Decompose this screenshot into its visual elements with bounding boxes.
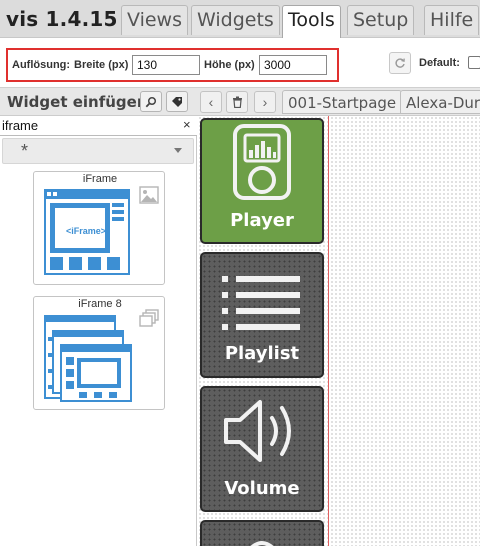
tile-playlist[interactable]: Playlist [200, 252, 324, 378]
image-icon [139, 186, 159, 204]
tile-label: Volume [224, 478, 300, 499]
panel-title: Widget einfügen [7, 93, 148, 111]
menubar: vis 1.4.15 Views Widgets Tools Setup Hil… [0, 0, 480, 39]
search-toggle-button[interactable] [140, 91, 162, 112]
widget-card-iframe-8[interactable]: iFrame 8 [33, 296, 165, 410]
resolution-label: Auflösung: [12, 59, 71, 71]
iframe-preview-text: <iFrame> [65, 226, 107, 236]
width-input[interactable] [132, 55, 200, 75]
height-label: Höhe (px) [204, 59, 255, 71]
trash-icon [232, 96, 242, 108]
tile-volume[interactable]: Volume [200, 386, 324, 512]
tile-player[interactable]: Player [200, 118, 324, 244]
views-tab-bar: ‹ › 001-Startpage Alexa-Dur [197, 88, 480, 116]
widget-card-iframe[interactable]: iFrame <iFrame> [33, 171, 165, 285]
speaker-volume-icon [224, 400, 291, 462]
panel-header: Widget einfügen [0, 88, 197, 116]
playlist-icon [222, 276, 300, 330]
views-prev-button[interactable]: ‹ [200, 91, 222, 113]
height-input[interactable] [259, 55, 327, 75]
widget-search-row: × [0, 116, 197, 136]
view-delete-button[interactable] [226, 91, 248, 113]
tab-tools[interactable]: Tools [282, 5, 341, 39]
partial-icon [250, 541, 274, 546]
tile-partial[interactable] [200, 520, 324, 546]
iframe8-widget-icon [44, 315, 132, 402]
tab-widgets[interactable]: Widgets [191, 5, 280, 35]
tab-views[interactable]: Views [121, 5, 188, 35]
player-device-icon [233, 124, 291, 200]
view-tab-startpage[interactable]: 001-Startpage [282, 90, 403, 114]
chevron-left-icon: ‹ [208, 94, 214, 110]
tab-hilfe[interactable]: Hilfe [424, 5, 480, 35]
resolution-group: Auflösung: Breite (px) Höhe (px) [6, 48, 339, 82]
resolution-guide-line [328, 116, 329, 546]
tab-setup[interactable]: Setup [347, 5, 415, 35]
default-checkbox[interactable] [468, 56, 480, 69]
tile-label: Player [230, 210, 294, 231]
clear-search-icon[interactable]: × [183, 117, 191, 132]
app-title: vis 1.4.15 [6, 7, 118, 31]
vis-editor-window: vis 1.4.15 Views Widgets Tools Setup Hil… [0, 0, 480, 546]
chevron-right-icon: › [262, 94, 268, 110]
view-tab-alexa[interactable]: Alexa-Dur [400, 90, 480, 114]
magnifier-icon [145, 96, 157, 107]
refresh-icon [395, 58, 405, 68]
tag-icon [172, 96, 182, 107]
widget-set-select[interactable]: * [2, 138, 194, 164]
stacked-windows-icon [139, 309, 159, 327]
widget-set-value: * [21, 141, 29, 161]
width-label: Breite (px) [74, 59, 129, 71]
views-next-button[interactable]: › [254, 91, 276, 113]
default-label: Default: [419, 57, 460, 69]
widget-search-input[interactable] [2, 117, 174, 134]
widget-card-label: iFrame [82, 173, 118, 185]
tag-filter-button[interactable] [166, 91, 188, 112]
tile-label: Playlist [224, 343, 300, 364]
widget-insert-panel: Widget einfügen × * iF [0, 88, 197, 546]
caret-down-icon [174, 148, 182, 153]
refresh-resolution-button[interactable] [389, 52, 411, 74]
